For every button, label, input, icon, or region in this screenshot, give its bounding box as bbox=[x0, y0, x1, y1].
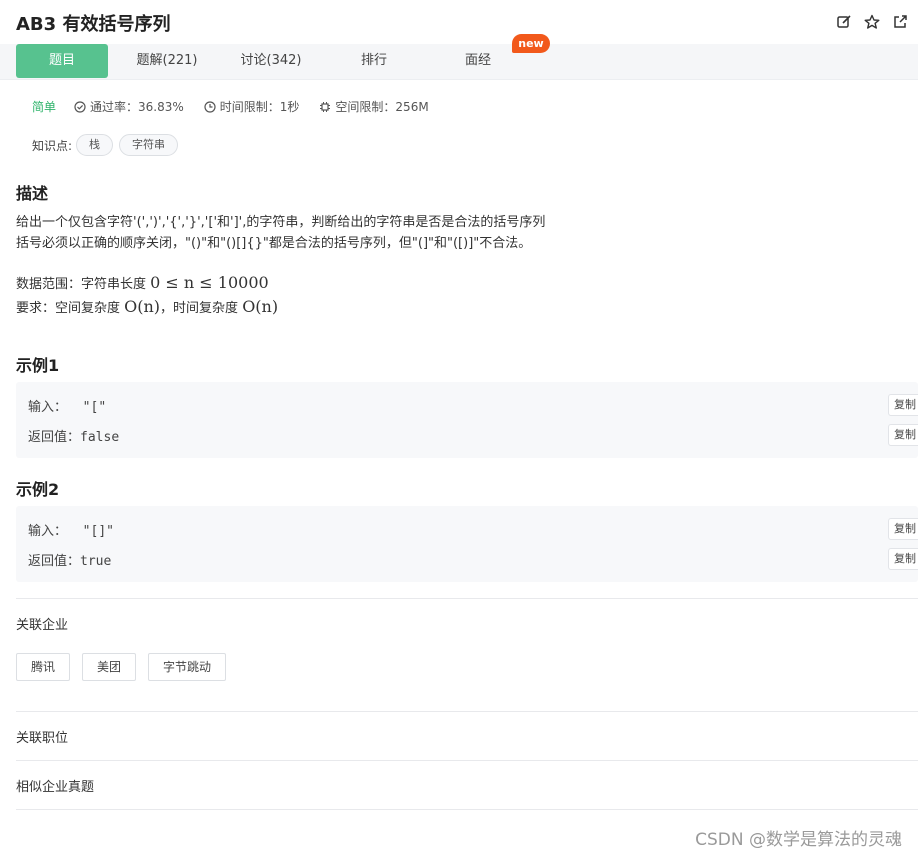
related-positions-link[interactable]: 关联职位 bbox=[16, 727, 68, 746]
data-range-math: 0 ≤ n ≤ 10000 bbox=[150, 273, 269, 292]
tab-discussion[interactable]: 讨论(342) bbox=[226, 44, 316, 78]
time-complexity: O(n) bbox=[242, 297, 279, 316]
tab-problem[interactable]: 题目 bbox=[16, 44, 108, 78]
chip-icon bbox=[320, 101, 331, 112]
data-range-label: 数据范围：字符串长度 bbox=[16, 277, 151, 292]
page-title: AB3 有效括号序列 bbox=[16, 14, 171, 35]
example-2-input: 输入： "[]" bbox=[28, 520, 114, 539]
memory-limit-text: 空间限制：256M bbox=[335, 100, 429, 114]
company-bytedance[interactable]: 字节跳动 bbox=[148, 653, 227, 681]
example-1-box: 输入： "[" 复制 返回值：false 复制 bbox=[16, 382, 918, 458]
external-link-icon[interactable] bbox=[892, 14, 908, 30]
divider bbox=[16, 760, 918, 761]
check-circle-icon bbox=[74, 100, 86, 113]
complexity-requirement: 要求：空间复杂度 O(n)，时间复杂度 O(n) bbox=[16, 296, 278, 320]
time-limit: 时间限制：1秒 bbox=[204, 98, 300, 115]
output-value: false bbox=[80, 430, 120, 445]
description-heading: 描述 bbox=[16, 184, 49, 203]
input-value: "[" bbox=[82, 400, 107, 415]
company-meituan[interactable]: 美团 bbox=[82, 653, 137, 681]
pass-rate: 通过率：36.83% bbox=[74, 98, 184, 115]
input-label: 输入： bbox=[28, 524, 68, 539]
output-value: true bbox=[80, 554, 112, 569]
space-complexity: O(n) bbox=[124, 297, 161, 316]
tab-ranking[interactable]: 排行 bbox=[330, 44, 418, 78]
data-range: 数据范围：字符串长度 0 ≤ n ≤ 10000 bbox=[16, 272, 278, 296]
tab-solutions[interactable]: 题解(221) bbox=[122, 44, 212, 78]
clock-icon bbox=[204, 100, 216, 113]
constraints: 数据范围：字符串长度 0 ≤ n ≤ 10000 要求：空间复杂度 O(n)，时… bbox=[16, 272, 278, 320]
divider bbox=[16, 809, 918, 810]
pass-rate-text: 通过率：36.83% bbox=[90, 100, 184, 114]
star-icon[interactable] bbox=[864, 14, 880, 30]
difficulty-label: 简单 bbox=[32, 100, 57, 114]
requirement-label: 要求：空间复杂度 bbox=[16, 301, 125, 316]
new-badge: new bbox=[512, 34, 550, 53]
tab-interview[interactable]: 面经 bbox=[432, 44, 524, 78]
similar-questions-link[interactable]: 相似企业真题 bbox=[16, 776, 94, 795]
example-1-input: 输入： "[" bbox=[28, 396, 106, 415]
description-line-1: 给出一个仅包含字符'(',')','{','}','['和']',的字符串，判断… bbox=[16, 215, 546, 230]
memory-limit: 空间限制：256M bbox=[319, 98, 429, 115]
related-companies-label: 关联企业 bbox=[16, 618, 69, 633]
divider bbox=[16, 598, 918, 599]
input-value: "[]" bbox=[82, 524, 114, 539]
output-label: 返回值： bbox=[28, 430, 81, 445]
output-label: 返回值： bbox=[28, 554, 81, 569]
description-text: 给出一个仅包含字符'(',')','{','}','['和']',的字符串，判断… bbox=[16, 212, 896, 254]
copy-input-button[interactable]: 复制 bbox=[888, 394, 918, 416]
tag-string[interactable]: 字符串 bbox=[119, 134, 179, 156]
example-1-output: 返回值：false bbox=[28, 426, 119, 445]
input-label: 输入： bbox=[28, 400, 68, 415]
edit-icon[interactable] bbox=[836, 14, 852, 30]
description-line-2: 括号必须以正确的顺序关闭，"()"和"()[]{}"都是合法的括号序列，但"(]… bbox=[16, 236, 532, 251]
company-tencent[interactable]: 腾讯 bbox=[16, 653, 71, 681]
requirement-mid: ，时间复杂度 bbox=[160, 301, 243, 316]
example-2-box: 输入： "[]" 复制 返回值：true 复制 bbox=[16, 506, 918, 582]
problem-meta: 简单 通过率：36.83% 时间限制：1秒 空间限制：256M bbox=[32, 98, 449, 115]
copy-output-button[interactable]: 复制 bbox=[888, 548, 918, 570]
knowledge-label: 知识点: bbox=[32, 138, 73, 153]
title-bar: AB3 有效括号序列 bbox=[0, 0, 918, 44]
example-1-heading: 示例1 bbox=[16, 356, 60, 375]
example-2-heading: 示例2 bbox=[16, 480, 60, 499]
copy-input-button[interactable]: 复制 bbox=[888, 518, 918, 540]
example-2-output: 返回值：true bbox=[28, 550, 111, 569]
copy-output-button[interactable]: 复制 bbox=[888, 424, 918, 446]
time-limit-text: 时间限制：1秒 bbox=[219, 100, 300, 114]
watermark: CSDN @数学是算法的灵魂 bbox=[695, 830, 902, 850]
title-actions bbox=[836, 14, 908, 30]
tag-stack[interactable]: 栈 bbox=[76, 134, 114, 156]
divider bbox=[16, 711, 918, 712]
knowledge-tags: 知识点: 栈 字符串 bbox=[32, 134, 179, 156]
problem-tabs: 题目 题解(221) 讨论(342) 排行 面经 new bbox=[0, 34, 918, 80]
